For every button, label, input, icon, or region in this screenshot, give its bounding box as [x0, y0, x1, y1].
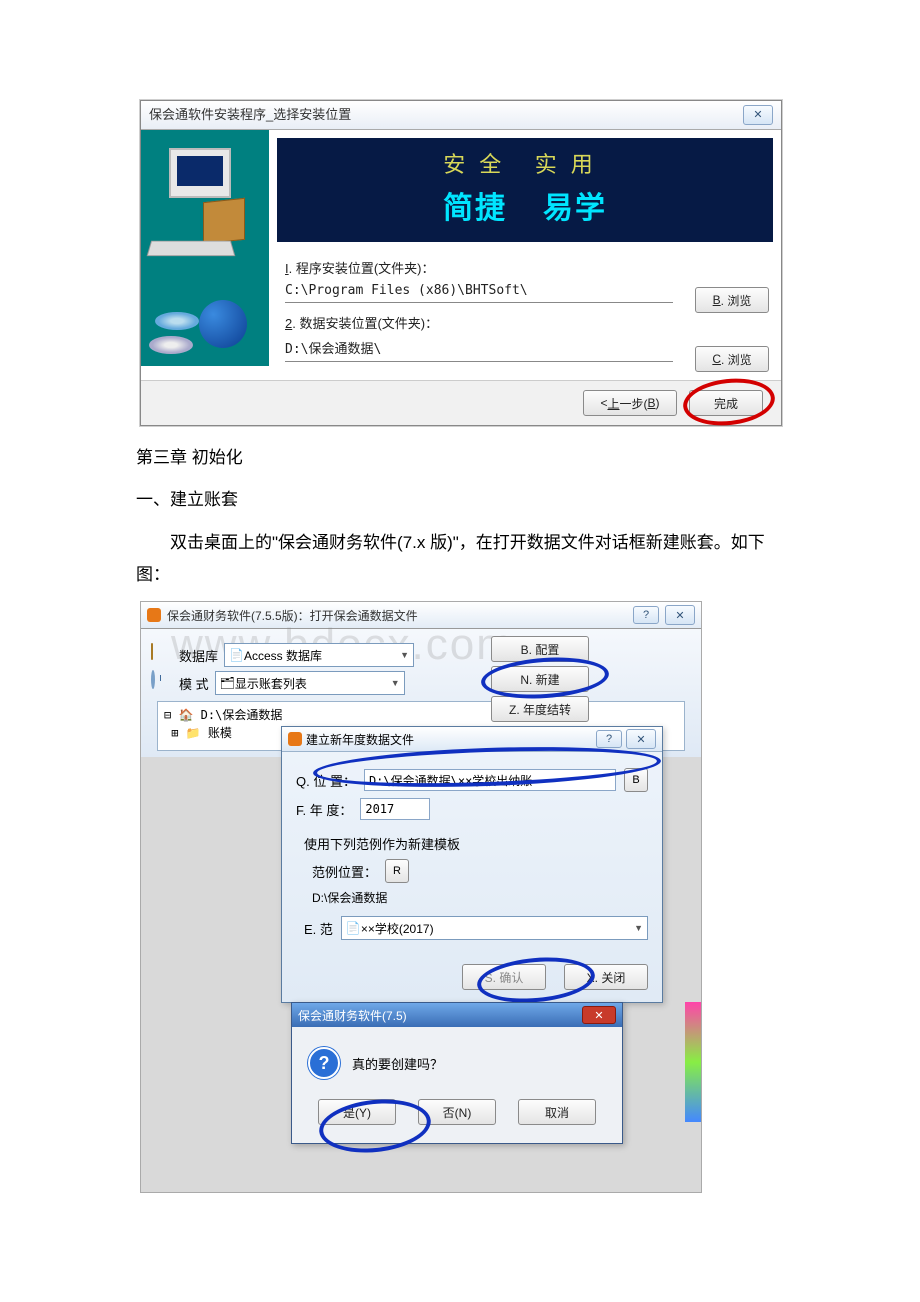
clock-icon	[151, 670, 155, 689]
installer-title: 保会通软件安装程序_选择安装位置	[149, 101, 351, 129]
installer-dialog: 保会通软件安装程序_选择安装位置 ✕ 安全 实用 简捷易学 II. 程序安装位置…	[140, 100, 782, 426]
app-icon	[147, 608, 161, 622]
year-rollover-button[interactable]: Z. 年度结转	[491, 696, 589, 722]
app-icon	[288, 732, 302, 746]
no-button[interactable]: 否(N)	[418, 1099, 496, 1125]
year-label: F. 年 度：	[296, 800, 352, 819]
confirm-title: 保会通财务软件(7.5)	[298, 1007, 407, 1024]
yes-button[interactable]: 是(Y)	[318, 1099, 396, 1125]
mode-select[interactable]: 🗂 显示账套列表	[215, 671, 405, 695]
close-icon[interactable]: ✕	[582, 1006, 616, 1024]
program-loc-path[interactable]: C:\Program Files (x86)\BHTSoft\	[285, 281, 673, 303]
installer-titlebar: 保会通软件安装程序_选择安装位置 ✕	[141, 101, 781, 130]
installer-banner: 安全 实用 简捷易学	[277, 138, 773, 242]
decorative-strip	[685, 1002, 701, 1122]
installer-art	[141, 130, 269, 366]
help-icon[interactable]: ?	[596, 730, 622, 748]
program-loc-label: II. 程序安装位置(文件夹)：. 程序安装位置(文件夹)：	[285, 258, 769, 277]
mode-label: 模 式	[179, 674, 209, 693]
template-loc-label: 范例位置：	[312, 862, 377, 881]
question-icon: ?	[308, 1047, 340, 1079]
back-button[interactable]: < 上一步(B)	[583, 390, 677, 416]
location-label: Q. 位 置：	[296, 771, 356, 790]
new-year-dialog: 建立新年度数据文件 ? ✕ Q. 位 置： D:\保会通数据\××学校出纳账 B…	[281, 726, 663, 1003]
config-button[interactable]: B. 配置	[491, 636, 589, 662]
close-icon[interactable]: ✕	[743, 105, 773, 125]
browse-program-button[interactable]: B. 浏览	[695, 287, 769, 313]
template-loc-button[interactable]: R	[385, 859, 409, 883]
close-icon[interactable]: ✕	[665, 605, 695, 625]
close-button[interactable]: X. 关闭	[564, 964, 648, 990]
location-input[interactable]: D:\保会通数据\××学校出纳账	[364, 769, 616, 791]
ok-button[interactable]: S. 确认	[462, 964, 546, 990]
open-dialog-title: 保会通财务软件(7.5.5版)：打开保会通数据文件	[167, 607, 418, 624]
confirm-titlebar: 保会通财务软件(7.5) ✕	[292, 1003, 622, 1027]
chapter-heading: 第三章 初始化	[136, 442, 840, 474]
location-browse-button[interactable]: B	[624, 768, 648, 792]
new-button[interactable]: N. 新建	[491, 666, 589, 692]
template-loc-path: D:\保会通数据	[312, 889, 648, 906]
data-loc-path[interactable]: D:\保会通数据\	[285, 336, 673, 362]
finish-button[interactable]: 完成	[689, 390, 763, 416]
year-input[interactable]: 2017	[360, 798, 430, 820]
new-year-title: 建立新年度数据文件	[306, 731, 414, 748]
new-year-titlebar: 建立新年度数据文件 ? ✕	[282, 727, 662, 752]
open-dialog-titlebar: 保会通财务软件(7.5.5版)：打开保会通数据文件 ? ✕	[141, 602, 701, 629]
template-label: E. 范	[304, 919, 333, 938]
open-data-screenshot: www.bdocx.com 保会通财务软件(7.5.5版)：打开保会通数据文件 …	[140, 601, 702, 1193]
data-loc-label: 2. 数据安装位置(文件夹)：	[285, 313, 769, 332]
banner-line1: 安全 实用	[278, 147, 772, 179]
section-heading: 一、建立账套	[136, 484, 840, 516]
close-icon[interactable]: ✕	[626, 729, 656, 749]
open-dialog-side-buttons: B. 配置 N. 新建 Z. 年度结转	[491, 636, 589, 722]
cancel-button[interactable]: 取消	[518, 1099, 596, 1125]
installer-footer: < 上一步(B) 完成	[141, 380, 781, 425]
browse-data-button[interactable]: C. 浏览	[695, 346, 769, 372]
banner-line2: 简捷易学	[278, 183, 772, 227]
help-icon[interactable]: ?	[633, 606, 659, 624]
db-label: 数据库	[179, 646, 218, 665]
database-icon	[151, 643, 153, 660]
template-select[interactable]: 📄 ××学校(2017)	[341, 916, 648, 940]
paragraph-1: 双击桌面上的"保会通财务软件(7.x 版)"，在打开数据文件对话框新建账套。如下…	[136, 527, 840, 592]
db-select[interactable]: 📄 Access 数据库	[224, 643, 414, 667]
confirm-dialog: 保会通财务软件(7.5) ✕ ? 真的要创建吗？ 是(Y) 否(N) 取消	[291, 1002, 623, 1144]
template-hint: 使用下列范例作为新建模板	[304, 834, 648, 853]
confirm-message: 真的要创建吗？	[352, 1054, 443, 1073]
